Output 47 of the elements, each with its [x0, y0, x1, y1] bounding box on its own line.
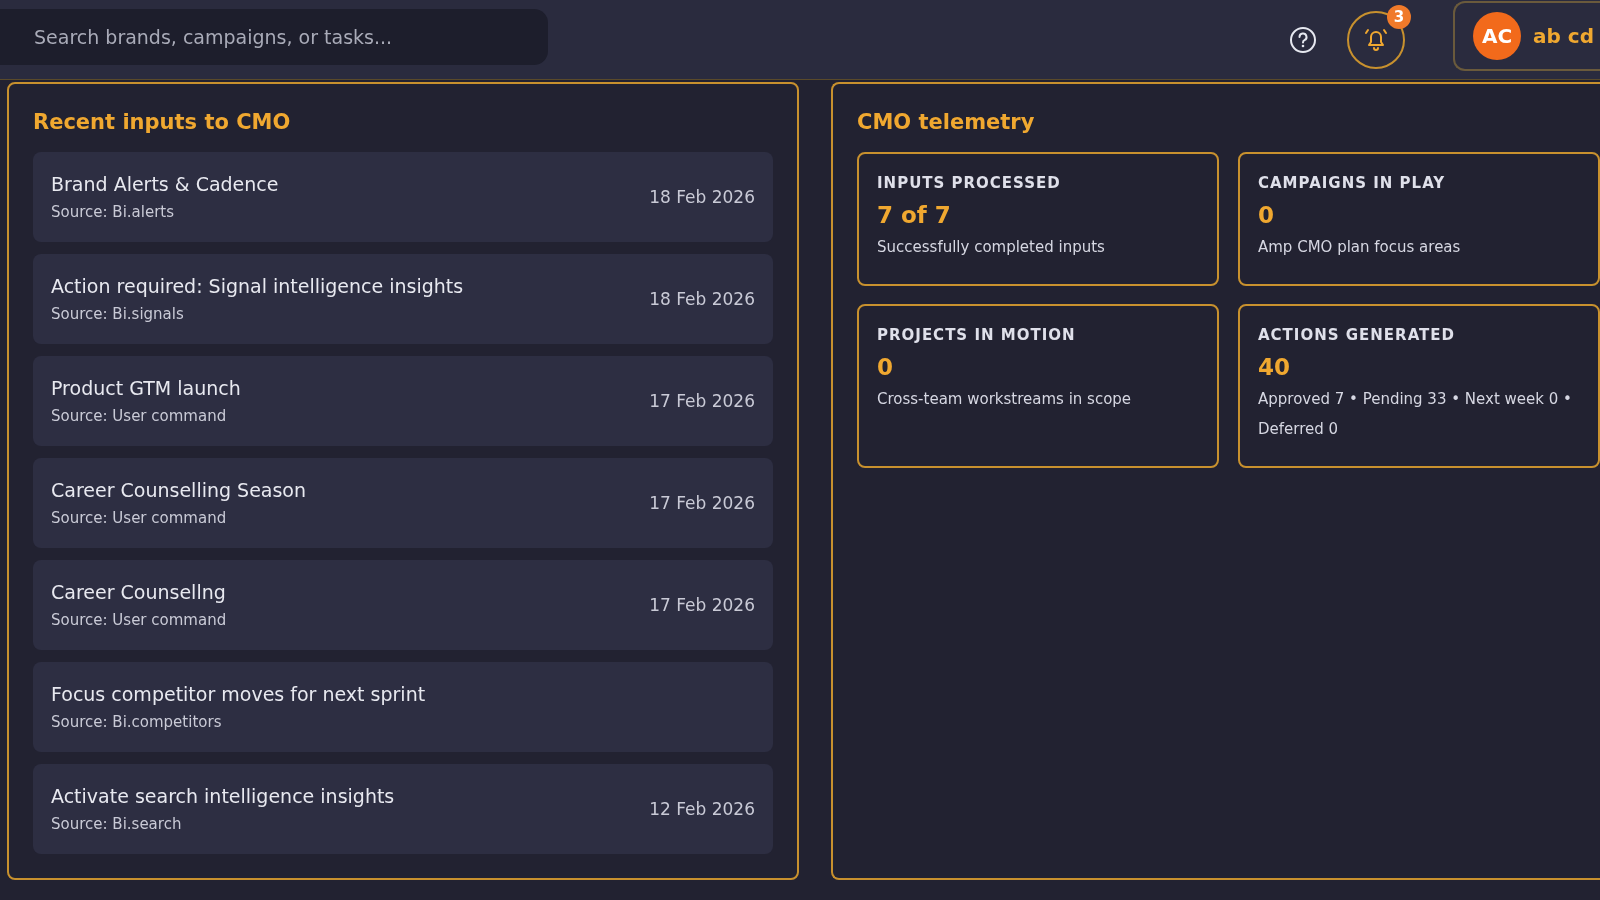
- profile-name: ab cd: [1533, 23, 1594, 48]
- input-date: 17 Feb 2026: [649, 493, 755, 513]
- input-title: Focus competitor moves for next sprint: [51, 683, 426, 705]
- input-list-item[interactable]: Focus competitor moves for next sprint Source: Bi.competitors: [33, 662, 773, 752]
- input-source: Source: User command: [51, 509, 228, 527]
- input-source: Source: Bi.alerts: [51, 203, 176, 221]
- panel-title: Recent inputs to CMO: [33, 110, 292, 134]
- input-date: 12 Feb 2026: [649, 799, 755, 819]
- metric-label: CAMPAIGNS IN PLAY: [1258, 174, 1447, 192]
- search-field[interactable]: Search brands, campaigns, or tasks...: [0, 8, 548, 65]
- input-source: Source: User command: [51, 407, 228, 425]
- metric-note: Approved 7 • Pending 33 • Next week 0 • Deferred 0: [1258, 389, 1573, 440]
- input-title: Career Counsellng: [51, 581, 227, 603]
- metric-value: 0: [1258, 202, 1275, 228]
- metric-label: ACTIONS GENERATED: [1258, 326, 1457, 344]
- input-date: 17 Feb 2026: [649, 595, 755, 615]
- input-list-item[interactable]: Brand Alerts & Cadence Source: Bi.alerts 18 Feb 2026: [33, 152, 773, 242]
- metric-note: Cross-team workstreams in scope: [877, 389, 1133, 410]
- metric-value: 0: [877, 354, 894, 380]
- input-source: Source: User command: [51, 611, 227, 629]
- input-title: Product GTM launch: [51, 377, 241, 399]
- input-date: 18 Feb 2026: [649, 187, 755, 207]
- input-list-item[interactable]: Career Counsellng Source: User command 17 Feb 2026: [33, 560, 773, 650]
- input-title: Brand Alerts & Cadence: [51, 173, 279, 195]
- input-source: Source: Bi.competitors: [51, 713, 223, 731]
- input-list-item[interactable]: Product GTM launch Source: User command 17 Feb 2026: [33, 356, 773, 446]
- input-date: 17 Feb 2026: [649, 391, 755, 411]
- input-title: Action required: Signal intelligence insights: [51, 275, 464, 297]
- input-source: Source: Bi.signals: [51, 305, 185, 323]
- input-list-item[interactable]: Career Counselling Season Source: User command 17 Feb 2026: [33, 458, 773, 548]
- metric-note: Successfully completed inputs: [877, 237, 1106, 258]
- input-date: 18 Feb 2026: [649, 289, 755, 309]
- avatar-initials: AC: [1473, 11, 1522, 60]
- panel-title: CMO telemetry: [857, 110, 1036, 134]
- input-source: Source: Bi.search: [51, 815, 183, 833]
- input-list-item[interactable]: Action required: Signal intelligence insights Source: Bi.signals 18 Feb 2026: [33, 254, 773, 344]
- metric-value: 7 of 7: [877, 202, 952, 228]
- metric-label: INPUTS PROCESSED: [877, 174, 1062, 192]
- input-title: Activate search intelligence insights: [51, 785, 395, 807]
- metric-note: Amp CMO plan focus areas: [1258, 237, 1462, 258]
- input-title: Career Counselling Season: [51, 479, 307, 501]
- metric-value: 40: [1258, 354, 1291, 380]
- help-icon[interactable]: [1289, 25, 1318, 54]
- metric-label: PROJECTS IN MOTION: [877, 326, 1077, 344]
- input-list-item[interactable]: Activate search intelligence insights Source: Bi.search 12 Feb 2026: [33, 764, 773, 854]
- profile-menu[interactable]: AC ab cd: [1453, 0, 1600, 71]
- notification-count-badge: 3: [1387, 4, 1412, 29]
